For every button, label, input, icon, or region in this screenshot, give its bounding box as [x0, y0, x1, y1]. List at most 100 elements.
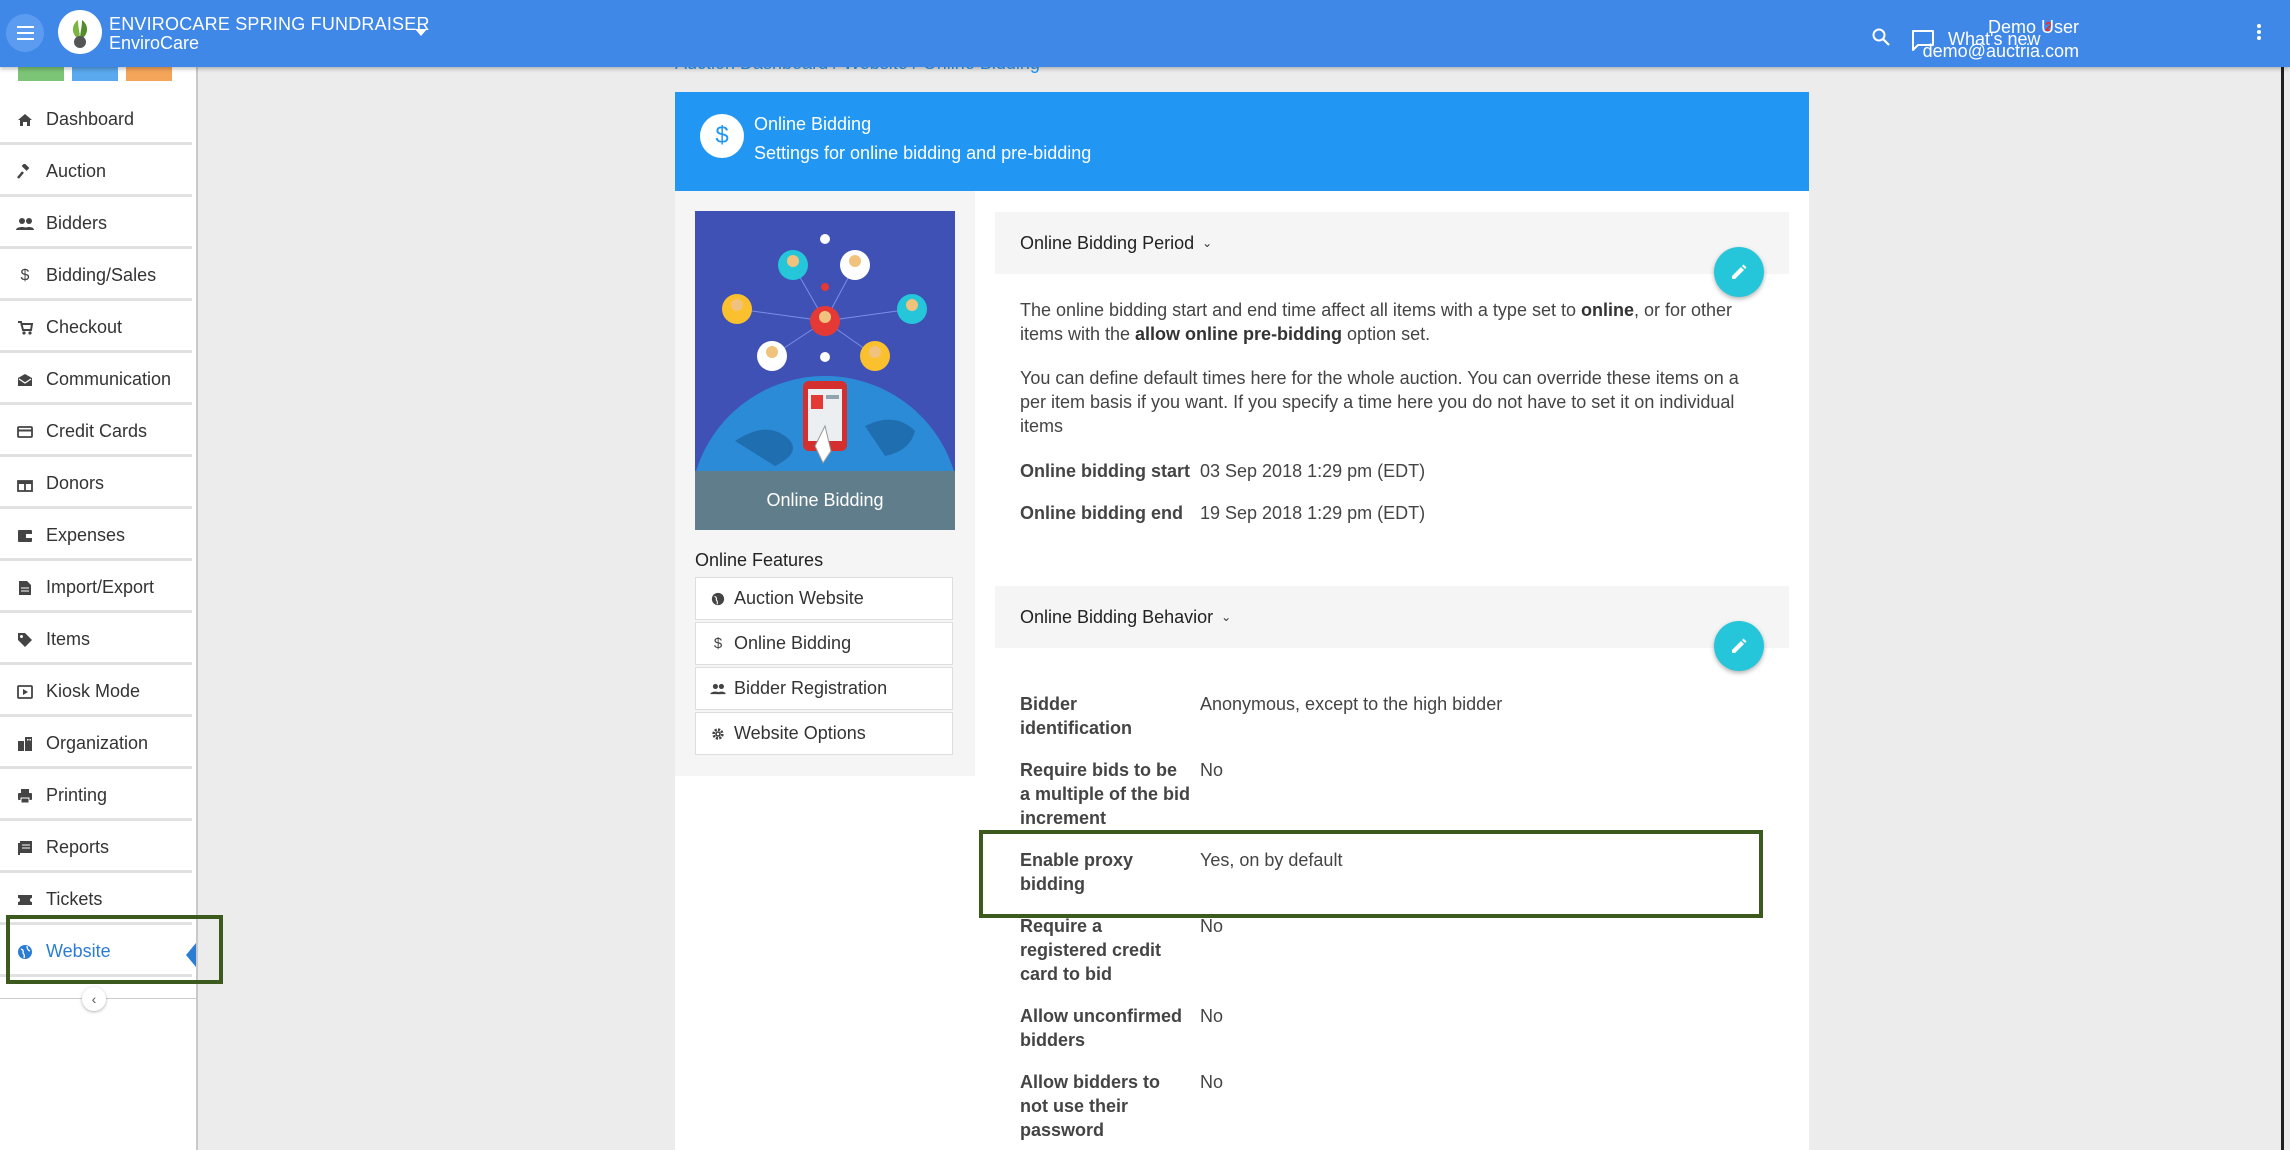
orange-tab[interactable] — [126, 67, 172, 81]
behavior-row-label: Allow unconfirmed bidders — [1020, 1006, 1182, 1050]
people-icon — [710, 681, 726, 697]
highlight-website — [6, 915, 223, 984]
behavior-row-value: No — [1200, 1072, 1224, 1092]
more-vert-icon[interactable] — [2257, 30, 2261, 34]
people-icon — [16, 215, 34, 233]
sidebar-item-label: Expenses — [46, 525, 126, 545]
sidebar-item-bidding-sales[interactable]: $ Bidding/Sales — [0, 253, 192, 301]
sidebar-item-label: Auction — [46, 161, 107, 181]
sidebar-item-expenses[interactable]: Expenses — [0, 513, 192, 561]
collapse-sidebar-icon[interactable]: ‹ — [82, 987, 106, 1011]
behavior-row-label: Require bids to be a multiple of the bid… — [1020, 760, 1190, 828]
credit-card-icon — [16, 423, 34, 441]
sidebar-item-donors[interactable]: Donors — [0, 461, 192, 509]
period-override-note: You can define default times here for th… — [1020, 368, 1739, 436]
caret-down-icon[interactable] — [415, 29, 427, 36]
sidebar-item-label: Credit Cards — [46, 421, 148, 441]
section-title: Online Bidding Period — [1020, 232, 1195, 253]
sidebar-item-label: Tickets — [46, 889, 103, 909]
sidebar-item-organization[interactable]: Organization — [0, 721, 192, 769]
feature-link-online-bidding[interactable]: $ Online Bidding — [695, 622, 953, 665]
feature-caption: Online Bidding — [695, 471, 955, 530]
sidebar-item-label: Reports — [46, 837, 110, 857]
mail-icon — [16, 371, 34, 389]
sidebar-item-kiosk-mode[interactable]: Kiosk Mode — [0, 669, 192, 717]
sidebar-item-label: Donors — [46, 473, 105, 493]
pencil-icon — [1732, 264, 1747, 279]
cart-icon — [16, 319, 34, 337]
bidding-start-label: Online bidding start — [1020, 461, 1190, 481]
sidebar-item-checkout[interactable]: Checkout — [0, 305, 192, 353]
org-subtitle[interactable]: EnviroCare — [109, 33, 199, 53]
features-column: Online Bidding Online Features Auction W… — [675, 191, 975, 776]
ticket-icon — [16, 891, 34, 909]
green-tab[interactable] — [18, 67, 64, 81]
feature-link-bidder-registration[interactable]: Bidder Registration — [695, 667, 953, 710]
section-title: Online Bidding Behavior — [1020, 606, 1214, 627]
online-features-title: Online Features — [695, 550, 824, 570]
sidebar-item-label: Bidding/Sales — [46, 265, 157, 285]
online-bidding-feature-card[interactable]: Online Bidding — [690, 211, 960, 646]
behavior-row-label: Allow bidders to not use their password — [1020, 1072, 1161, 1140]
bidding-end-label: Online bidding end — [1020, 503, 1183, 523]
user-email[interactable]: demo@auctria.com — [1923, 41, 2079, 62]
sidebar-item-bidders[interactable]: Bidders — [0, 201, 192, 249]
top-app-bar: ENVIROCARE SPRING FUNDRAISER EnviroCare … — [0, 0, 2290, 67]
sidebar-item-credit-cards[interactable]: Credit Cards — [0, 409, 192, 457]
period-description: The online bidding start and end time af… — [1020, 300, 1733, 344]
bidding-start-value: 03 Sep 2018 1:29 pm (EDT) — [1200, 461, 1426, 481]
behavior-row-label: Require a registered credit card to bid — [1020, 916, 1162, 984]
online-bidding-period-header[interactable]: Online Bidding Period ⌄ — [995, 212, 1789, 274]
dollar-icon: $ — [713, 635, 723, 652]
edit-period-button[interactable] — [1714, 247, 1764, 297]
chevron-down-icon: ⌄ — [1202, 236, 1213, 250]
sidebar-item-label: Kiosk Mode — [46, 681, 141, 701]
sidebar-item-label: Communication — [46, 369, 172, 389]
sidebar-item-printing[interactable]: Printing — [0, 773, 192, 821]
feature-link-label: Online Bidding — [734, 633, 852, 653]
blue-tab[interactable] — [72, 67, 118, 81]
menu-icon[interactable] — [6, 14, 44, 52]
feature-link-auction-website[interactable]: Auction Website — [695, 577, 953, 620]
sidebar-item-label: Bidders — [46, 213, 108, 233]
org-title[interactable]: ENVIROCARE SPRING FUNDRAISER — [109, 14, 430, 34]
sidebar-item-label: Dashboard — [46, 109, 135, 129]
online-bidding-illustration — [690, 211, 960, 646]
online-bidding-panel: $ Online Bidding Settings for online bid… — [675, 92, 1809, 1150]
org-logo[interactable] — [58, 10, 102, 54]
sidebar-item-reports[interactable]: Reports — [0, 825, 192, 873]
page-title: Online Bidding — [754, 114, 872, 134]
panel-header: $ Online Bidding Settings for online bid… — [675, 92, 1809, 191]
feature-link-label: Auction Website — [734, 588, 864, 608]
home-icon — [16, 111, 34, 129]
gavel-icon — [16, 163, 34, 181]
wallet-icon — [16, 527, 34, 545]
behavior-row-value: Anonymous, except to the high bidder — [1200, 694, 1503, 714]
kiosk-icon — [16, 683, 34, 701]
user-name[interactable]: Demo User — [1988, 17, 2079, 38]
sidebar-item-dashboard[interactable]: Dashboard — [0, 97, 192, 145]
behavior-row-label: Bidder identification — [1020, 694, 1132, 738]
pencil-icon — [1732, 638, 1747, 653]
edit-behavior-button[interactable] — [1714, 621, 1764, 671]
chevron-down-icon: ⌄ — [1221, 610, 1232, 624]
sidebar-item-communication[interactable]: Communication — [0, 357, 192, 405]
bidding-end-value: 19 Sep 2018 1:29 pm (EDT) — [1200, 503, 1426, 523]
feature-link-label: Bidder Registration — [734, 678, 888, 698]
sidebar-item-import-export[interactable]: Import/Export — [0, 565, 192, 613]
scrollbar-edge — [2281, 67, 2284, 1150]
feature-link-website-options[interactable]: Website Options — [695, 712, 953, 755]
online-bidding-behavior-header[interactable]: Online Bidding Behavior ⌄ — [995, 586, 1789, 648]
sidebar-item-label: Items — [46, 629, 91, 649]
sidebar-item-label: Import/Export — [46, 577, 155, 597]
globe-icon — [710, 591, 726, 607]
gear-icon — [710, 726, 726, 742]
page-subtitle: Settings for online bidding and pre-bidd… — [754, 143, 1092, 163]
sidebar-item-items[interactable]: Items — [0, 617, 192, 665]
sidebar-item-auction[interactable]: Auction — [0, 149, 192, 197]
search-icon[interactable] — [1872, 28, 1890, 46]
dollar-icon: $ — [20, 266, 30, 284]
sidebar-item-label: Checkout — [46, 317, 123, 337]
document-icon — [16, 579, 34, 597]
sidebar: Dashboard Auction Bidders $ Bidding/Sale… — [0, 67, 198, 1150]
